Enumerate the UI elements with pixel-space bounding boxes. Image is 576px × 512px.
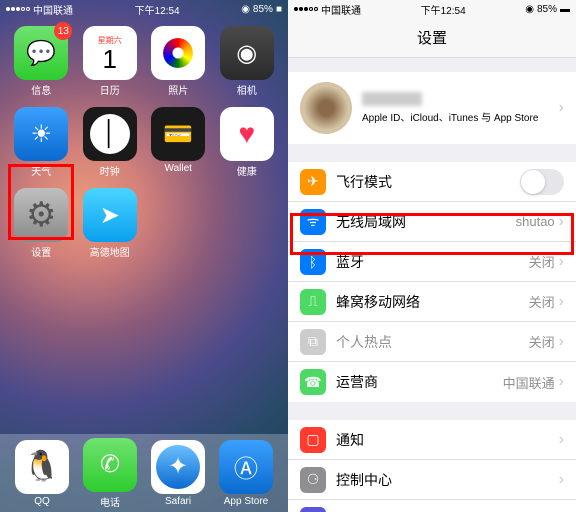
notif-icon: ▢	[300, 427, 326, 453]
app-camera[interactable]: ◉相机	[218, 26, 277, 97]
app-health[interactable]: ♥健康	[218, 107, 277, 178]
cc-icon: ⚆	[300, 467, 326, 493]
home-screen: 中国联通 下午12:54 ◉85%■ 💬13信息星期六1日历照片◉相机 ☀天气│时…	[0, 0, 288, 512]
row-notif[interactable]: ▢通知›	[288, 420, 576, 460]
status-bar: 中国联通 下午12:54 ◉85%▬	[288, 0, 576, 18]
dnd-icon: ☾	[300, 507, 326, 512]
wifi-icon: ᯤ	[300, 209, 326, 235]
app-nav[interactable]: ➤高德地图	[81, 188, 140, 259]
dock: 🐧QQ ✆电话 ✦Safari ⒶApp Store	[0, 434, 288, 512]
app-photo[interactable]: 照片	[149, 26, 208, 97]
chevron-right-icon: ›	[559, 253, 564, 271]
app-msg[interactable]: 💬13信息	[12, 26, 71, 97]
row-cc[interactable]: ⚆控制中心›	[288, 460, 576, 500]
apple-id-row[interactable]: Apple ID、iCloud、iTunes 与 App Store ›	[288, 72, 576, 144]
badge: 13	[54, 22, 72, 40]
plane-icon: ✈	[300, 169, 326, 195]
app-phone[interactable]: ✆电话	[83, 438, 137, 509]
chevron-right-icon: ›	[559, 333, 564, 351]
settings-screen: 中国联通 下午12:54 ◉85%▬ 设置 Apple ID、iCloud、iT…	[288, 0, 576, 512]
chevron-right-icon: ›	[559, 99, 564, 117]
status-bar: 中国联通 下午12:54 ◉85%■	[0, 0, 288, 18]
chevron-right-icon: ›	[559, 431, 564, 449]
page-title: 设置	[288, 18, 576, 58]
row-bt[interactable]: ᛒ蓝牙关闭›	[288, 242, 576, 282]
app-qq[interactable]: 🐧QQ	[15, 440, 69, 507]
app-store[interactable]: ⒶApp Store	[219, 440, 273, 507]
chevron-right-icon: ›	[559, 293, 564, 311]
cell-icon: ⎍	[300, 289, 326, 315]
row-carrier[interactable]: ☎运营商中国联通›	[288, 362, 576, 402]
chevron-right-icon: ›	[559, 471, 564, 489]
row-wifi[interactable]: ᯤ无线局域网shutao›	[288, 202, 576, 242]
app-safari[interactable]: ✦Safari	[151, 440, 205, 507]
profile-name-blurred	[362, 92, 422, 106]
link-icon: ⧉	[300, 329, 326, 355]
app-cal[interactable]: 星期六1日历	[81, 26, 140, 97]
app-gear[interactable]: ⚙设置	[12, 188, 71, 259]
bt-icon: ᛒ	[300, 249, 326, 275]
row-link[interactable]: ⧉个人热点关闭›	[288, 322, 576, 362]
chevron-right-icon: ›	[559, 213, 564, 231]
row-dnd[interactable]: ☾勿扰模式›	[288, 500, 576, 512]
toggle[interactable]	[520, 169, 564, 195]
app-wallet[interactable]: 💳Wallet	[149, 107, 208, 178]
carrier-icon: ☎	[300, 369, 326, 395]
row-plane[interactable]: ✈飞行模式	[288, 162, 576, 202]
app-weather[interactable]: ☀天气	[12, 107, 71, 178]
row-cell[interactable]: ⎍蜂窝移动网络关闭›	[288, 282, 576, 322]
chevron-right-icon: ›	[559, 373, 564, 391]
avatar	[300, 82, 352, 134]
app-clock[interactable]: │时钟	[81, 107, 140, 178]
